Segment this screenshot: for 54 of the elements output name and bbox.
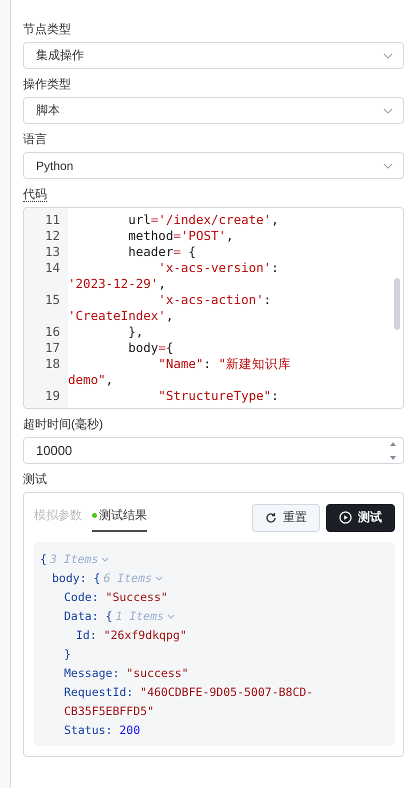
json-line: RequestId: "460CDBFE-9D05-5007-B8CD-CB35F5EBFFD5" [64,684,314,720]
code-editor[interactable]: 11 url='/index/create', 12 method='POST', 13 header= { 14 'x-acs-version': '2023-12-29', 15 'x-acs-action': 'CreateIndex', 16 }, 17 body={ 18 "Name": "新建知识库 demo", 19 "StructureType": [23,207,404,409]
line-number: 19 [44,388,61,404]
line-number: 18 [44,356,61,372]
line-number: 15 [44,292,61,308]
code-line: demo", [68,372,114,388]
code-line: 'CreateIndex', [68,308,174,324]
json-line: Id: "26xf9dkqpg" [76,627,187,644]
field-label: 节点类型 [23,21,71,38]
line-number: 12 [44,228,61,244]
chevron-down-icon[interactable] [101,557,110,562]
code-line: body={ [127,340,174,356]
play-icon [339,511,352,524]
chevron-down-icon [383,162,393,168]
select-field[interactable]: Python [23,152,404,179]
chevron-down-icon [383,108,393,114]
code-line: 'x-acs-action': [157,292,272,308]
select-field[interactable]: 脚本 [23,97,404,124]
line-number: 17 [44,340,61,356]
code-line: method='POST', [127,228,234,244]
number-input[interactable]: 10000 [23,437,404,464]
line-number: 14 [44,260,61,276]
json-line: body: { [52,570,100,587]
json-brace: } [64,646,71,663]
field-label: 操作类型 [23,76,71,93]
refresh-icon [265,512,277,524]
chevron-down-icon [383,52,393,58]
code-line: header= { [127,244,196,260]
scrollbar[interactable] [394,278,400,330]
line-number: 13 [44,244,61,260]
code-line: '2023-12-29', [68,276,166,292]
line-number: 11 [44,212,61,228]
json-line: Code: "Success" [64,589,168,606]
run-button[interactable]: 测试 [326,504,395,532]
field-label: 代码 [23,187,47,202]
json-line: Message: "success" [64,665,189,682]
field-label: 超时时间(毫秒) [23,416,103,433]
code-line: url='/index/create', [127,212,279,228]
reset-button[interactable]: 重置 [252,504,320,532]
field-label: 语言 [23,131,47,148]
spinner-icon[interactable] [389,440,397,462]
json-line: { [40,551,47,568]
field-label: 测试 [23,471,47,488]
line-number: 16 [44,324,61,340]
json-line: Data: { [64,608,112,625]
code-line: "Name": "新建知识库 [157,356,292,372]
code-line: "StructureType": [157,388,279,404]
chevron-down-icon[interactable] [166,614,175,619]
select-field[interactable]: 集成操作 [23,42,404,69]
json-line: Status: 200 [64,722,140,739]
code-line: 'x-acs-version': [157,260,279,276]
chevron-down-icon[interactable] [154,576,163,581]
code-line: }, [127,324,144,340]
tab[interactable]: 测试结果 [92,503,147,532]
